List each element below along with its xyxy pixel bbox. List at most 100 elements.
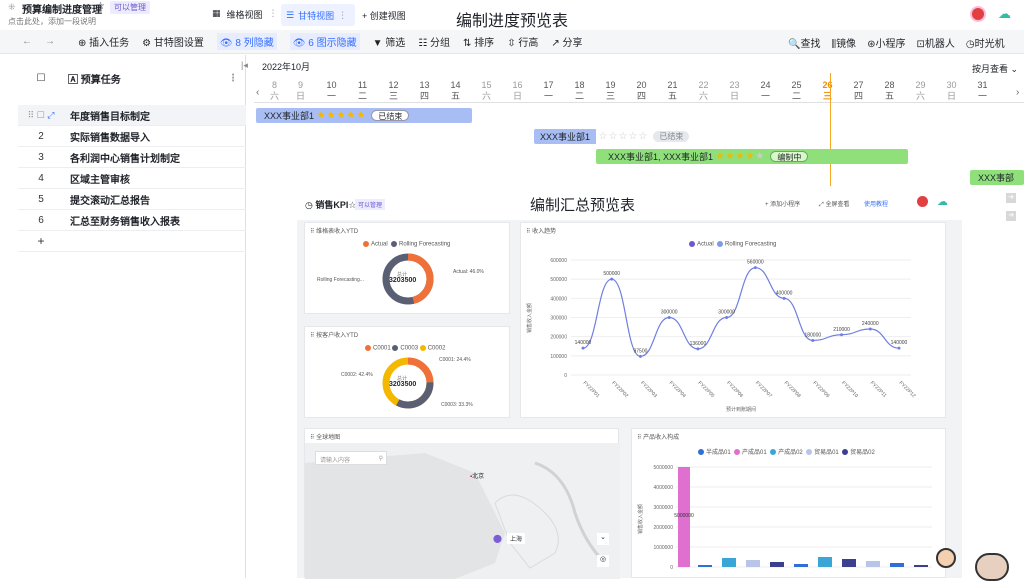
- data-label: 140000: [575, 340, 592, 346]
- gantt-settings-button[interactable]: ⚙ 甘特图设置: [142, 34, 204, 49]
- data-point: [581, 346, 585, 350]
- view-mode-select[interactable]: 按月查看 ⌄: [972, 62, 1018, 75]
- add-row-button[interactable]: +: [18, 231, 246, 252]
- data-point: [897, 346, 901, 350]
- tab-gantt-view[interactable]: ☰ 甘特视图 ⋮: [281, 4, 355, 26]
- sort-button[interactable]: ⇅ 排序: [463, 34, 494, 49]
- table-row[interactable]: 2 实际销售数据导入: [18, 126, 246, 147]
- scroll-task-icon[interactable]: ➔: [1006, 193, 1016, 203]
- donut-total: 3203500: [389, 277, 417, 284]
- map-canvas[interactable]: 请输入内容 ⚲ ▪北京 ⬤ 上海 ⌄ ◎: [305, 443, 620, 579]
- calendar-day: 11 二: [357, 80, 368, 101]
- assistant-mascot[interactable]: [975, 553, 1009, 581]
- task-bar[interactable]: XXX事业部1 ☆☆☆☆☆ 已结束: [534, 129, 709, 144]
- scroll-task-icon[interactable]: ➔: [1006, 211, 1016, 221]
- widget-customer-revenue[interactable]: ⠿ 按客户收入YTD C0001 C0003 C0002 总计 3203500 …: [304, 326, 510, 418]
- cloud-icon[interactable]: ☁: [937, 195, 948, 208]
- table-row[interactable]: 3 各利润中心销售计划制定: [18, 147, 246, 168]
- x-tick-label: FY22P12: [898, 380, 917, 399]
- map-city-label[interactable]: 上海: [507, 533, 526, 544]
- robot-button[interactable]: ⊡机器人: [916, 35, 954, 50]
- map-zoom-icon[interactable]: ⌄: [597, 533, 609, 545]
- data-label: 400000: [776, 290, 793, 296]
- table-row[interactable]: ⠿ ☐ ⤢ 年度销售目标制定: [18, 105, 246, 126]
- table-row[interactable]: 6 汇总至财务销售收入报表: [18, 210, 246, 231]
- next-arrow-icon[interactable]: ›: [1016, 87, 1019, 98]
- hidden-columns-button[interactable]: 👁 8 列隐藏: [216, 33, 277, 50]
- task-bar[interactable]: XXX事业部1 ★★★★★ 已结束: [256, 108, 472, 123]
- group-button[interactable]: ☷ 分组: [418, 34, 450, 49]
- tutorial-link[interactable]: 使用教程: [864, 199, 888, 208]
- filter-button[interactable]: ▼ 筛选: [373, 34, 406, 49]
- map-city-label[interactable]: ▪北京: [470, 471, 484, 480]
- calendar-day: 12 三: [388, 80, 399, 101]
- create-view-button[interactable]: + 创建视图: [362, 9, 406, 22]
- favorite-icon[interactable]: ☆: [96, 1, 105, 12]
- map-locate-icon[interactable]: ◎: [597, 555, 609, 567]
- hidden-graphs-button[interactable]: 👁 6 图示隐藏: [289, 33, 360, 50]
- table-row[interactable]: 5 提交滚动汇总报告: [18, 189, 246, 210]
- tab-grid-view[interactable]: ▦ 维格视图 ⋮: [212, 8, 278, 21]
- drag-icon[interactable]: ⁜: [8, 2, 16, 13]
- table-row[interactable]: 4 区域主管审核: [18, 168, 246, 189]
- column-menu-icon[interactable]: ⋮: [228, 73, 238, 84]
- x-tick-label: FY22P01: [582, 380, 601, 399]
- time-machine-button[interactable]: ◷时光机: [966, 35, 1005, 50]
- add-widget-button[interactable]: + 添加小程序: [765, 199, 800, 208]
- mirror-button[interactable]: ⫼镜像: [831, 35, 856, 50]
- undo-icon[interactable]: ←: [22, 36, 32, 47]
- bar: [770, 562, 784, 567]
- tab-menu-icon[interactable]: ⋮: [338, 10, 347, 21]
- collapse-icon[interactable]: |◂: [241, 60, 248, 71]
- select-all-checkbox[interactable]: ☐: [18, 73, 64, 84]
- x-tick-label: FY22P05: [696, 380, 715, 399]
- bar: [842, 559, 856, 567]
- assistant-avatar[interactable]: [936, 548, 956, 568]
- dashboard-title[interactable]: ◷ 销售KPI☆: [305, 198, 356, 211]
- bar: [794, 564, 808, 567]
- share-button[interactable]: ↗ 分享: [551, 34, 582, 49]
- bar: [914, 565, 928, 567]
- calendar-day: 23 日: [729, 80, 740, 101]
- user-avatar[interactable]: [917, 196, 928, 207]
- mini-app-button[interactable]: ⊛小程序: [867, 35, 905, 50]
- row-height-button[interactable]: ⇳ 行高: [507, 34, 538, 49]
- widget-product-revenue[interactable]: ⠿ 产品收入构成 半成品01 产成品01 产成品02 贸易品01 贸易品02 5…: [631, 428, 946, 578]
- x-tick-label: FY22P03: [639, 380, 658, 399]
- cloud-icon[interactable]: ☁: [998, 6, 1011, 22]
- widget-world-map[interactable]: ⠿ 全球地图 请输入内容 ⚲ ▪北京 ⬤ 上海 ⌄ ◎: [304, 428, 620, 579]
- row-handle-icon[interactable]: ⠿ ☐ ⤢: [18, 110, 64, 121]
- insert-task-button[interactable]: ⊕ 插入任务: [78, 34, 129, 49]
- toolbar: ← → ⊕ 插入任务 ⚙ 甘特图设置 👁 8 列隐藏 👁 6 图示隐藏 ▼ 筛选…: [0, 30, 1024, 54]
- y-tick-label: 5000000: [654, 465, 674, 471]
- search-button[interactable]: 🔍查找: [788, 35, 820, 50]
- map-search-input[interactable]: 请输入内容 ⚲: [315, 451, 387, 465]
- task-list-header: ☐ 🄰 预算任务 ⋮: [18, 65, 246, 91]
- sheet-title[interactable]: 预算编制进度管理: [22, 1, 102, 16]
- fullscreen-button[interactable]: ⤢ 全屏查看: [819, 199, 849, 209]
- calendar-day: 28 五: [884, 80, 895, 101]
- column-header-task[interactable]: 🄰 预算任务: [68, 71, 121, 86]
- donut-total: 3203500: [389, 381, 417, 388]
- widget-revenue-trend[interactable]: ⠿ 收入趋势 Actual Rolling Forecasting 600000…: [520, 222, 946, 418]
- task-bar[interactable]: XXX事业部1, XXX事业部1 ★★★★ ★ 编制中: [596, 149, 908, 164]
- sheet-description[interactable]: 点击此处，添加一段说明: [8, 16, 96, 27]
- line-chart: 600000 500000 400000 300000 200000 100000 0 140…: [526, 258, 917, 413]
- permission-badge[interactable]: 可以管理: [110, 1, 150, 14]
- tab-menu-icon[interactable]: ⋮: [269, 8, 278, 21]
- widget-revenue-ytd[interactable]: ⠿ 维格表收入YTD Actual Rolling Forecasting 总计…: [304, 222, 510, 314]
- calendar-day: 19 三: [605, 80, 616, 101]
- redo-icon[interactable]: →: [45, 36, 55, 47]
- calendar-day: 25 二: [791, 80, 802, 101]
- task-bar[interactable]: XXX事部: [970, 170, 1024, 185]
- data-label: 240000: [862, 321, 879, 327]
- bar-chart: 5000000 4000000 3000000 2000000 1000000 0 5000…: [637, 465, 932, 571]
- location-pin-icon[interactable]: ⬤: [493, 534, 502, 543]
- overlay-heading: 编制进度预览表: [456, 13, 569, 30]
- calendar-day: 17 一: [543, 80, 554, 101]
- y-axis-label: 销售收入金额: [526, 303, 533, 333]
- calendar-day: 21 五: [667, 80, 678, 101]
- calendar-day: 29 六: [915, 80, 926, 101]
- user-avatar[interactable]: [970, 6, 986, 22]
- data-point: [667, 316, 671, 319]
